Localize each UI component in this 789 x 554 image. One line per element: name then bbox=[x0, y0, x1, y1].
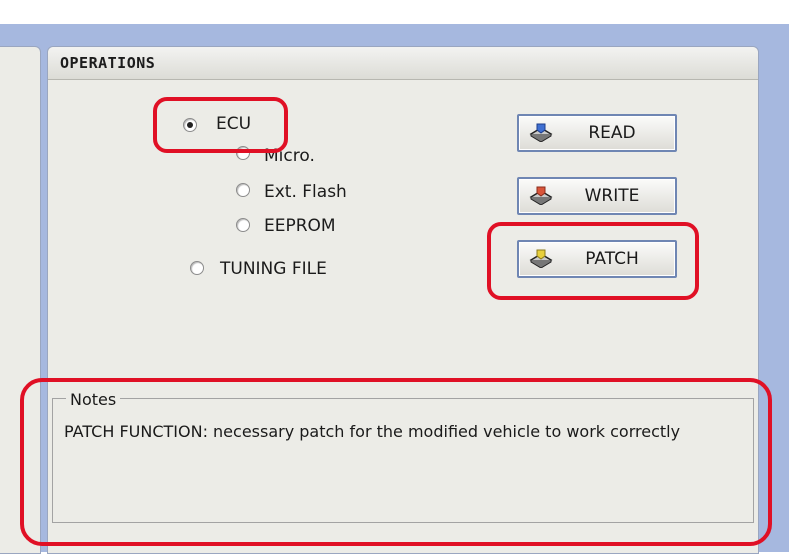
ecu-label: ECU bbox=[216, 114, 252, 134]
micro-radio[interactable] bbox=[236, 146, 250, 160]
patch-button[interactable]: PATCH bbox=[517, 240, 677, 278]
micro-label: Micro. bbox=[264, 146, 315, 166]
notes-label: Notes bbox=[66, 390, 121, 409]
notes-box bbox=[52, 398, 754, 523]
notes-text: PATCH FUNCTION: necessary patch for the … bbox=[64, 422, 681, 441]
tuning-file-radio[interactable] bbox=[190, 261, 204, 275]
patch-button-label: PATCH bbox=[585, 249, 639, 269]
ext-flash-label: Ext. Flash bbox=[264, 182, 347, 202]
eeprom-label: EEPROM bbox=[264, 216, 336, 236]
operations-title: OPERATIONS bbox=[60, 54, 156, 72]
chip-patch-icon bbox=[529, 249, 553, 268]
ext-flash-radio[interactable] bbox=[236, 183, 250, 197]
write-button-label: WRITE bbox=[584, 186, 640, 206]
read-button[interactable]: READ bbox=[517, 114, 677, 152]
read-button-label: READ bbox=[588, 123, 636, 143]
left-panel bbox=[0, 46, 41, 554]
chip-write-icon bbox=[529, 186, 553, 205]
write-button[interactable]: WRITE bbox=[517, 177, 677, 215]
tuning-file-label: TUNING FILE bbox=[220, 259, 327, 279]
operations-header: OPERATIONS bbox=[48, 47, 758, 80]
chip-read-icon bbox=[529, 123, 553, 142]
ecu-radio[interactable] bbox=[183, 118, 197, 132]
eeprom-radio[interactable] bbox=[236, 218, 250, 232]
